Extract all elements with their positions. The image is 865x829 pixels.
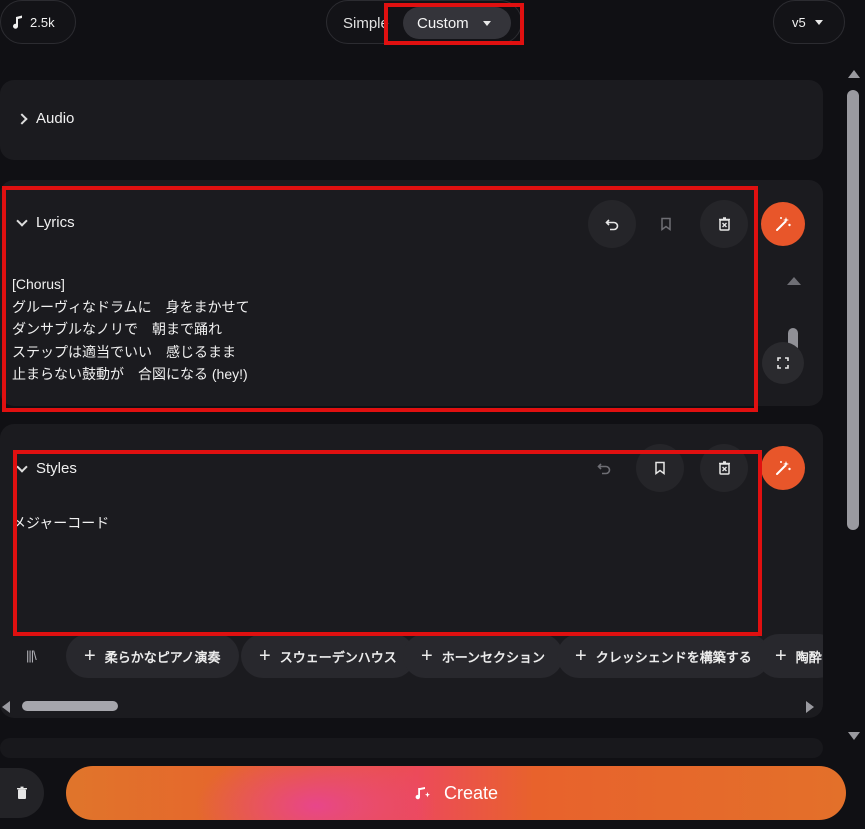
undo-icon: [597, 463, 611, 475]
style-tag-label: ホーンセクション: [441, 649, 546, 665]
create-button[interactable]: Create: [66, 766, 846, 820]
undo-icon: [605, 219, 619, 231]
lyrics-scroll-up[interactable]: [787, 277, 801, 285]
credits-badge[interactable]: 2.5k: [0, 0, 76, 44]
styles-undo-button[interactable]: [580, 444, 628, 492]
plus-icon: +: [775, 645, 787, 667]
bookmark-icon: [655, 461, 665, 475]
style-tag-label: 柔らかなピアノ演奏: [104, 649, 221, 665]
mode-switcher: Simple Custom: [326, 0, 522, 44]
lyrics-bookmark-button[interactable]: [642, 200, 690, 248]
clear-all-button[interactable]: [0, 768, 44, 818]
audio-label: Audio: [36, 110, 75, 127]
style-tags-row: |||\ + 柔らかなピアノ演奏 + スウェーデンハウス + ホーンセクション …: [0, 634, 823, 678]
styles-toggle[interactable]: Styles: [16, 460, 77, 477]
create-sparkle-icon: [415, 787, 430, 800]
style-tag[interactable]: + ホーンセクション: [403, 634, 564, 678]
styles-label: Styles: [36, 460, 77, 477]
styles-input[interactable]: メジャーコード: [12, 513, 109, 533]
magic-wand-icon: [776, 461, 791, 475]
next-section: [0, 738, 823, 758]
lyrics-undo-button[interactable]: [588, 200, 636, 248]
scroll-down-arrow[interactable]: [848, 732, 860, 740]
scroll-right-arrow[interactable]: [806, 701, 814, 713]
tab-simple[interactable]: Simple: [343, 15, 389, 32]
music-note-icon: [13, 15, 22, 29]
chevron-down-icon: [16, 214, 28, 227]
plus-icon: +: [575, 645, 587, 667]
model-version-label: v5: [792, 14, 806, 30]
lyrics-section: Lyrics [Chorus] グルーヴィなドラムに 身をまかせて ダンサブルな…: [0, 180, 823, 406]
scroll-thumb[interactable]: [847, 90, 859, 530]
caret-down-icon: [814, 19, 823, 25]
create-page: 2.5k Simple Custom v5 Audio Lyrics [Chor…: [0, 0, 865, 829]
chevron-right-icon: [16, 112, 28, 125]
lyrics-clear-button[interactable]: [700, 200, 748, 248]
scroll-left-arrow[interactable]: [2, 701, 10, 713]
style-tag[interactable]: + スウェーデンハウス: [241, 634, 415, 678]
style-tag-label: クレッシェンドを構築する: [595, 649, 752, 665]
lyrics-label: Lyrics: [36, 214, 75, 231]
create-button-label: Create: [443, 782, 499, 803]
scroll-up-arrow[interactable]: [848, 70, 860, 78]
tab-custom[interactable]: Custom: [403, 7, 511, 39]
scroll-thumb[interactable]: [22, 701, 118, 711]
plus-icon: +: [84, 645, 96, 667]
style-tag[interactable]: + 陶酔: [757, 634, 823, 678]
credits-count: 2.5k: [30, 14, 55, 30]
form-panel: Audio Lyrics [Chorus] グルーヴィなドラムに 身をまかせて …: [0, 62, 845, 758]
style-tag-label: 陶酔: [795, 649, 822, 665]
lyrics-input[interactable]: [Chorus] グルーヴィなドラムに 身をまかせて ダンサブルなノリで 朝まで…: [12, 273, 250, 386]
delete-icon: [718, 217, 730, 231]
model-version-select[interactable]: v5: [773, 0, 845, 44]
trash-icon: [17, 786, 27, 799]
audio-toggle[interactable]: Audio: [16, 110, 75, 127]
lyrics-toggle[interactable]: Lyrics: [16, 214, 75, 231]
tags-horizontal-scrollbar[interactable]: [0, 698, 823, 714]
delete-icon: [718, 461, 730, 475]
style-tag[interactable]: + クレッシェンドを構築する: [557, 634, 770, 678]
lyrics-generate-button[interactable]: [761, 202, 805, 246]
expand-icon: [777, 357, 789, 369]
plus-icon: +: [259, 645, 271, 667]
style-tag[interactable]: + 柔らかなピアノ演奏: [66, 634, 239, 678]
tab-custom-label: Custom: [417, 14, 469, 32]
caret-down-icon: [482, 20, 491, 26]
chevron-down-icon: [16, 460, 28, 473]
lyrics-expand-button[interactable]: [762, 342, 804, 384]
plus-icon: +: [421, 645, 433, 667]
styles-bookmark-button[interactable]: [636, 444, 684, 492]
magic-wand-icon: [776, 217, 791, 231]
style-tag-label: スウェーデンハウス: [279, 649, 397, 665]
styles-generate-button[interactable]: [761, 446, 805, 490]
styles-clear-button[interactable]: [700, 444, 748, 492]
library-icon[interactable]: |||\: [26, 648, 37, 663]
audio-section: Audio: [0, 80, 823, 160]
bookmark-icon: [661, 217, 671, 231]
page-vertical-scrollbar[interactable]: [845, 62, 863, 746]
